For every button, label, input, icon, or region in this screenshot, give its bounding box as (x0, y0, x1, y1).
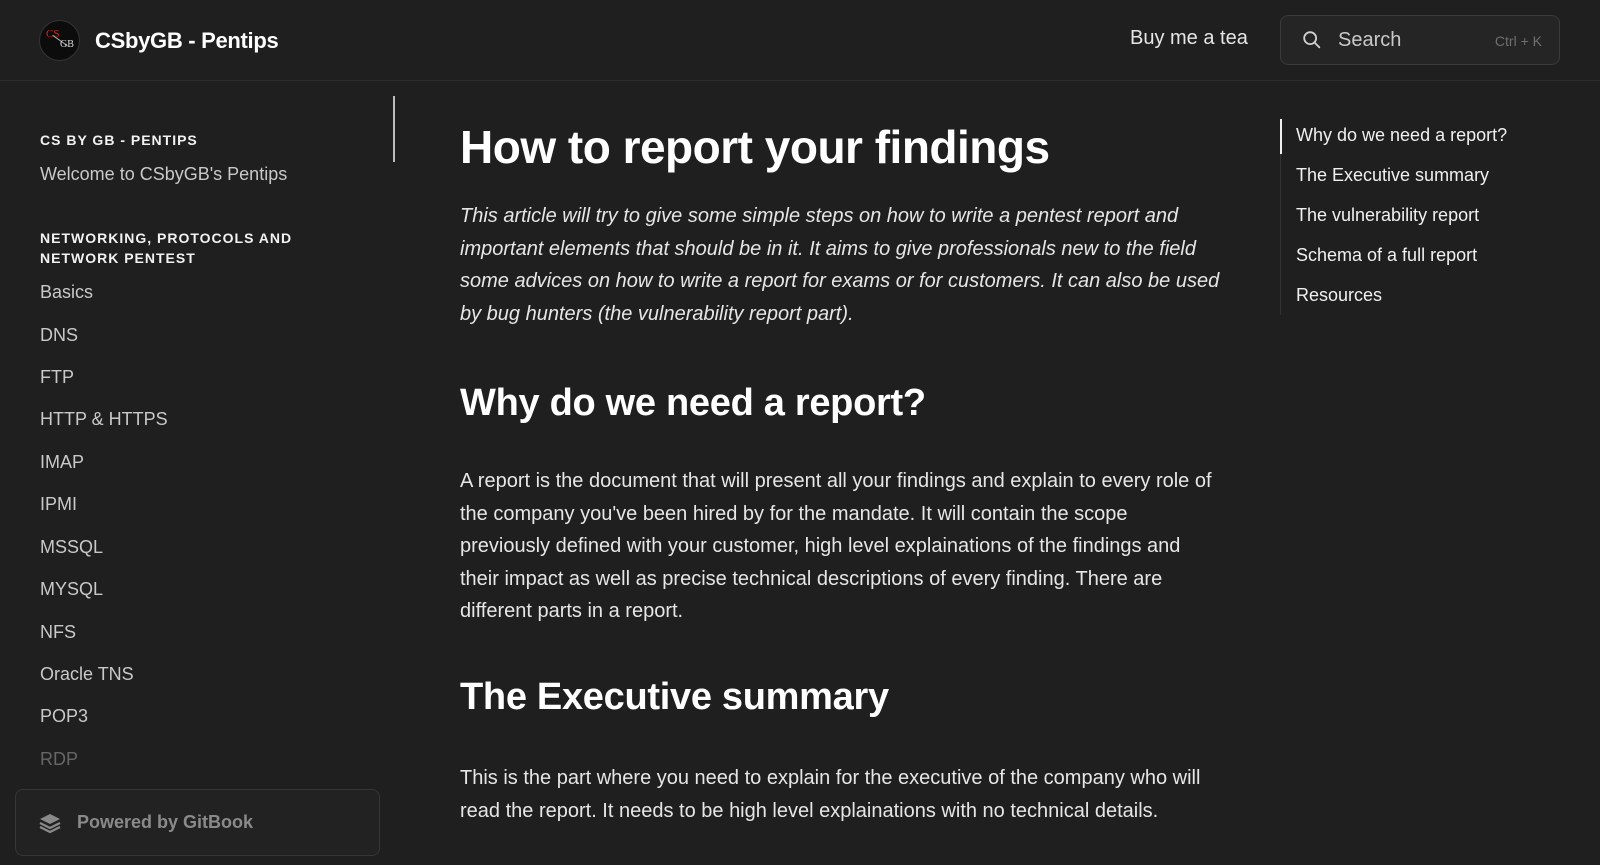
article-lead: This article will try to give some simpl… (460, 205, 1220, 325)
sidebar-item-http-https[interactable]: HTTP & HTTPS (40, 409, 168, 430)
toc-active-indicator (1280, 119, 1282, 154)
sidebar-item-pop3[interactable]: POP3 (40, 706, 88, 727)
sidebar-item-mysql[interactable]: MYSQL (40, 579, 103, 600)
sidebar-item-nfs[interactable]: NFS (40, 622, 76, 643)
sidebar-scrollbar[interactable] (393, 96, 395, 162)
search-button[interactable]: Search Ctrl + K (1280, 15, 1560, 65)
toc-item-schema-full-report[interactable]: Schema of a full report (1296, 245, 1477, 266)
toc-item-vulnerability-report[interactable]: The vulnerability report (1296, 205, 1479, 226)
toc-item-executive-summary[interactable]: The Executive summary (1296, 165, 1489, 186)
logo-gb-text: GB (60, 39, 74, 50)
toc-item-resources[interactable]: Resources (1296, 285, 1382, 306)
page-outline: Why do we need a report? The Executive s… (1280, 119, 1580, 315)
site-logo: CS GB (39, 20, 80, 61)
heading-executive-summary: The Executive summary (460, 676, 889, 718)
gitbook-icon (39, 813, 61, 833)
sidebar-item-ipmi[interactable]: IPMI (40, 494, 77, 515)
sidebar-item-oracle-tns[interactable]: Oracle TNS (40, 664, 134, 685)
sidebar-item-imap[interactable]: IMAP (40, 452, 84, 473)
site-home-link[interactable]: CS GB CSbyGB - Pentips (39, 20, 279, 61)
sidebar-item-basics[interactable]: Basics (40, 282, 93, 303)
paragraph-why-report: A report is the document that will prese… (460, 470, 1212, 622)
sidebar-item-rdp[interactable]: RDP (40, 749, 78, 770)
sidebar-item-welcome[interactable]: Welcome to CSbyGB's Pentips (40, 164, 287, 185)
search-shortcut: Ctrl + K (1494, 33, 1542, 49)
heading-why-report: Why do we need a report? (460, 382, 926, 424)
top-header: CS GB CSbyGB - Pentips Buy me a tea Sear… (0, 0, 1600, 81)
paragraph-executive-summary: This is the part where you need to expla… (460, 767, 1201, 822)
search-label: Search (1338, 28, 1402, 51)
sidebar: CS BY GB - PENTIPS Welcome to CSbyGB's P… (0, 82, 400, 865)
buy-me-a-tea-link[interactable]: Buy me a tea (1130, 27, 1248, 50)
sidebar-item-ftp[interactable]: FTP (40, 367, 74, 388)
powered-by-gitbook-link[interactable]: Powered by GitBook (15, 789, 380, 856)
site-title[interactable]: CSbyGB - Pentips (95, 28, 279, 54)
search-icon (1303, 31, 1321, 49)
sidebar-item-dns[interactable]: DNS (40, 325, 78, 346)
sidebar-item-mssql[interactable]: MSSQL (40, 537, 103, 558)
toc-item-why-report[interactable]: Why do we need a report? (1296, 125, 1507, 146)
sidebar-section-title: CS BY GB - PENTIPS (40, 132, 198, 148)
powered-by-label: Powered by GitBook (77, 812, 254, 832)
page-title: How to report your findings (460, 121, 1050, 173)
sidebar-section-title: NETWORKING, PROTOCOLS AND NETWORK PENTES… (40, 230, 293, 266)
